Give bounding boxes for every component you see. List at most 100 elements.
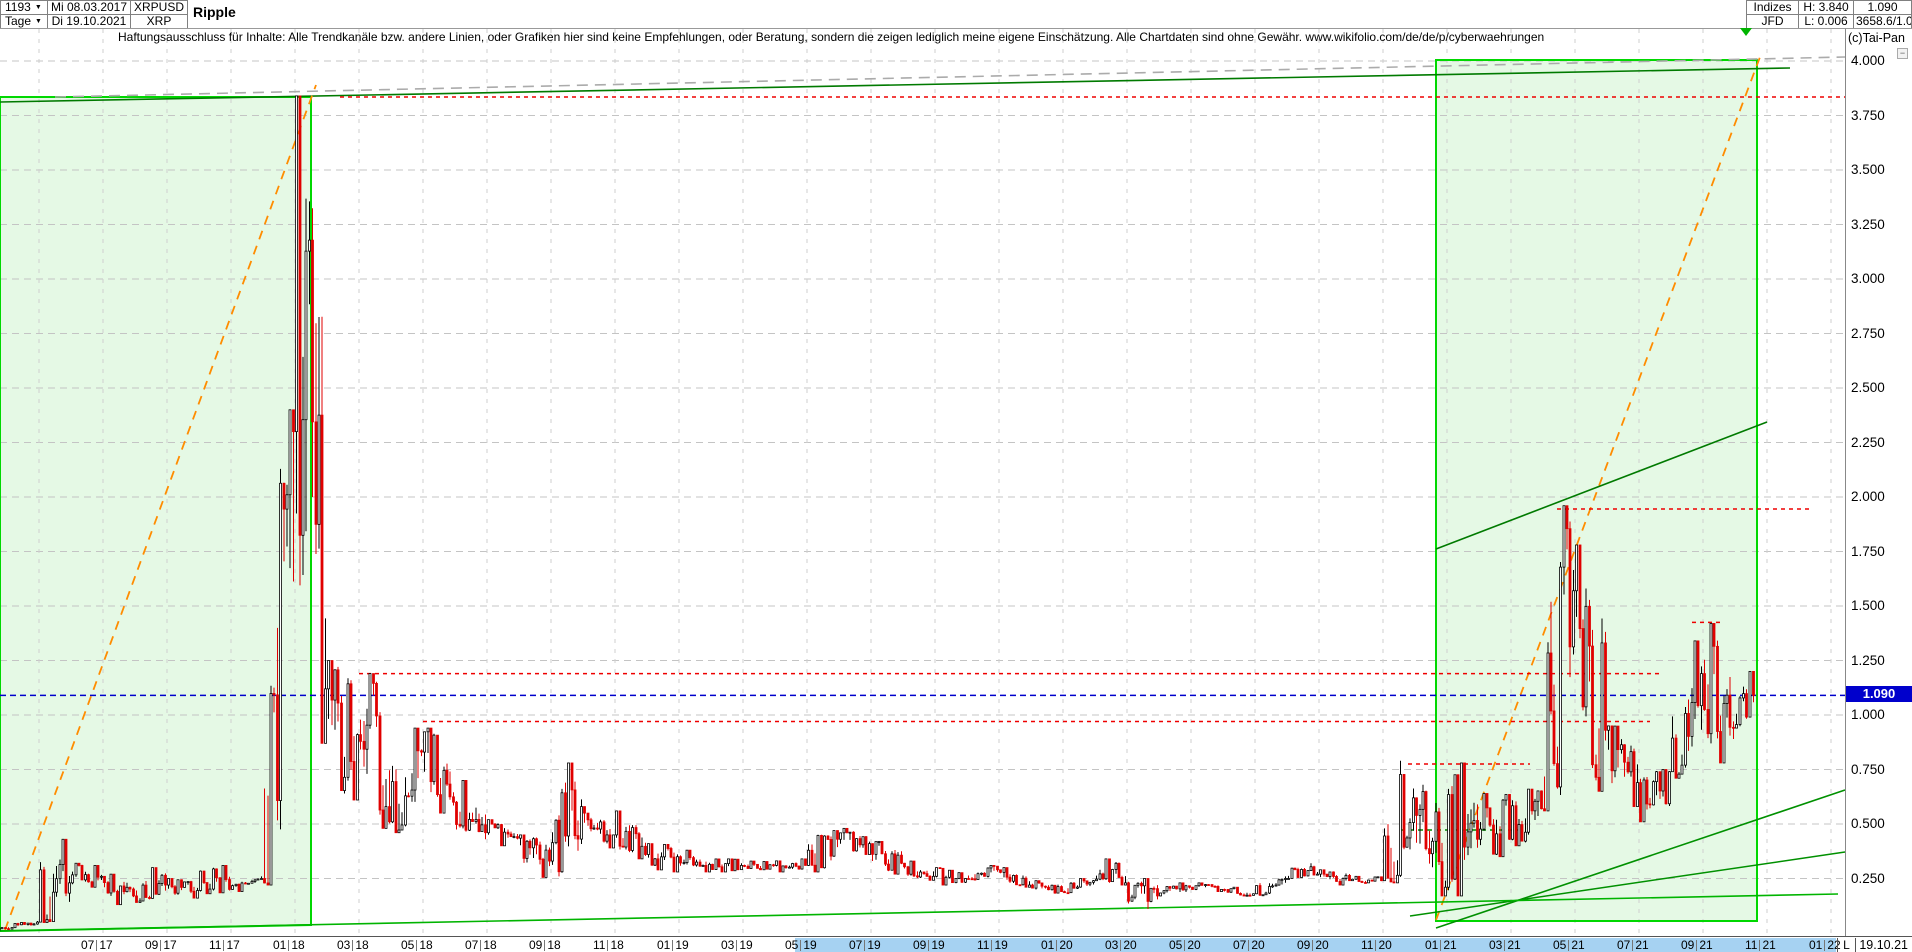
candle-body bbox=[308, 239, 311, 252]
candle-body bbox=[548, 849, 551, 862]
candle-body bbox=[1101, 873, 1105, 880]
price-axis-label: 2.250 bbox=[1851, 434, 1885, 450]
candle-body bbox=[154, 867, 158, 895]
candle-body bbox=[116, 890, 119, 906]
candle-body bbox=[941, 867, 945, 886]
candle-body bbox=[1357, 875, 1361, 882]
candle-body bbox=[202, 870, 206, 883]
candle-body bbox=[135, 895, 138, 903]
candle-body bbox=[535, 838, 538, 846]
candle-body bbox=[1584, 606, 1588, 708]
candle-body bbox=[788, 866, 791, 869]
candle-body bbox=[1060, 886, 1063, 892]
candle-body bbox=[1680, 764, 1684, 775]
price-axis-label: 0.250 bbox=[1851, 870, 1885, 886]
price-axis-label: 2.000 bbox=[1851, 489, 1885, 504]
candle-body bbox=[1168, 886, 1172, 889]
candle-body bbox=[1082, 878, 1086, 882]
price-axis-label: 3.500 bbox=[1851, 162, 1885, 177]
candle-body bbox=[1252, 893, 1255, 896]
candle-body bbox=[234, 883, 238, 887]
x-axis-tick bbox=[160, 940, 162, 952]
candle-body bbox=[1402, 774, 1406, 848]
price-chart-canvas[interactable] bbox=[0, 0, 1912, 952]
candle-body bbox=[1386, 835, 1390, 879]
candle-body bbox=[250, 880, 254, 884]
candle-body bbox=[464, 780, 468, 831]
candle-body bbox=[1594, 764, 1598, 778]
candle-body bbox=[215, 868, 218, 879]
x-axis-label: 09 21 bbox=[1681, 938, 1713, 952]
candle-body bbox=[1117, 862, 1121, 878]
candle-body bbox=[743, 865, 746, 867]
candle-body bbox=[1498, 833, 1502, 858]
candle-body bbox=[500, 824, 503, 847]
candle-body bbox=[644, 845, 647, 855]
candle-body bbox=[429, 727, 433, 783]
candle-body bbox=[1037, 880, 1041, 884]
candle-body bbox=[1412, 797, 1415, 823]
candle-body bbox=[324, 688, 327, 744]
candle-body bbox=[1607, 725, 1610, 731]
candle-body bbox=[1479, 828, 1482, 840]
candle-body bbox=[602, 821, 606, 842]
candle-body bbox=[1623, 744, 1626, 763]
candle-body bbox=[1664, 769, 1668, 805]
candle-body bbox=[1508, 794, 1511, 840]
candle-body bbox=[711, 863, 714, 870]
candle-body bbox=[4, 927, 7, 930]
candle-body bbox=[1063, 891, 1066, 894]
candle-body bbox=[829, 839, 833, 857]
candle-body bbox=[640, 845, 644, 860]
candle-body bbox=[839, 832, 842, 840]
candle-body bbox=[288, 409, 292, 496]
candle-body bbox=[1098, 873, 1102, 880]
x-axis-label: 07 20 bbox=[1233, 938, 1265, 952]
candle-body bbox=[1752, 671, 1755, 696]
candle-body bbox=[474, 819, 478, 822]
bar-count-dropdown[interactable]: 1193 ▼ bbox=[0, 0, 48, 15]
candle-body bbox=[1120, 877, 1124, 886]
candle-body bbox=[874, 841, 878, 855]
x-axis-label: 01 21 bbox=[1425, 938, 1457, 952]
candle-body bbox=[260, 878, 263, 880]
candle-body bbox=[1242, 894, 1246, 897]
candle-body bbox=[1668, 771, 1671, 805]
x-axis-tick bbox=[991, 940, 993, 952]
indizes-cell: Indizes bbox=[1746, 0, 1799, 15]
candle-body bbox=[1072, 882, 1076, 889]
x-axis-tick bbox=[96, 940, 98, 952]
candle-body bbox=[253, 879, 257, 882]
period-dropdown[interactable]: Tage ▼ bbox=[0, 14, 48, 29]
candle-body bbox=[420, 750, 423, 753]
provider-cell: JFD bbox=[1746, 14, 1799, 29]
price-axis-label: 2.500 bbox=[1851, 380, 1885, 395]
candle-body bbox=[496, 824, 500, 829]
candle-body bbox=[452, 796, 455, 803]
x-axis-tick bbox=[672, 940, 674, 952]
end-date-cell: Di 19.10.2021 bbox=[47, 14, 131, 29]
candle-body bbox=[570, 762, 574, 791]
date-axis-bar[interactable]: 07 17 09 17 11 17 01 18 03 18 05 18 07 18 09 18 11 18 01 19… bbox=[0, 936, 1912, 952]
high-value: H: 3.840 bbox=[1803, 0, 1849, 14]
candle-body bbox=[1031, 884, 1034, 889]
candle-body bbox=[272, 693, 276, 696]
candle-body bbox=[1223, 889, 1226, 891]
candle-body bbox=[983, 872, 986, 877]
candle-body bbox=[1620, 744, 1623, 751]
candle-body bbox=[144, 884, 148, 898]
candle-body bbox=[906, 866, 910, 875]
candle-body bbox=[52, 891, 55, 922]
candle-body bbox=[519, 834, 522, 839]
candle-body bbox=[980, 872, 983, 875]
candle-body bbox=[1264, 892, 1268, 896]
candle-body bbox=[992, 865, 996, 867]
low-value: L: 0.006 bbox=[1804, 14, 1848, 28]
candle-body bbox=[858, 838, 862, 846]
candle-body bbox=[423, 731, 426, 753]
x-axis-label: 03 20 bbox=[1105, 938, 1137, 952]
candle-body bbox=[810, 849, 814, 866]
candle-body bbox=[1143, 878, 1146, 887]
candle-body bbox=[1655, 771, 1658, 783]
candle-body bbox=[48, 919, 52, 922]
